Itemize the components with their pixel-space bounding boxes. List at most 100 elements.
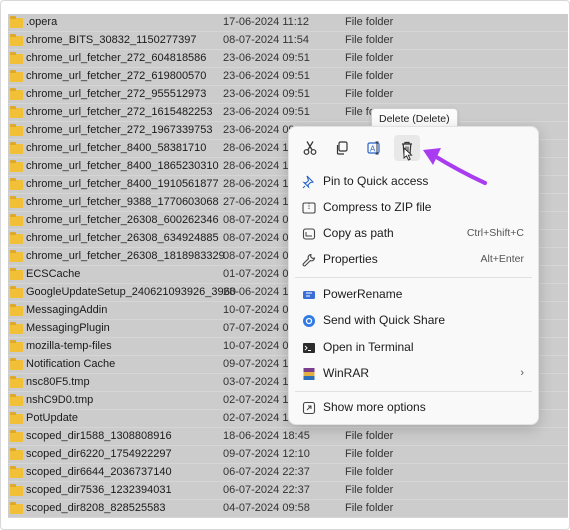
compress-zip-item[interactable]: Compress to ZIP file [289, 195, 538, 221]
file-name: scoped_dir6220_1754922297 [26, 448, 172, 460]
file-name: PotUpdate [26, 412, 78, 424]
file-name: chrome_url_fetcher_272_604818586 [26, 52, 207, 64]
file-name: chrome_url_fetcher_9388_1770603068 [26, 196, 219, 208]
folder-icon [10, 286, 23, 298]
file-name: chrome_url_fetcher_272_1615482253 [26, 106, 213, 118]
quick-share-item[interactable]: Send with Quick Share [289, 308, 538, 334]
explorer-window: .opera 17-06-2024 11:12 File folder chrome_… [0, 0, 570, 530]
file-row[interactable]: chrome_url_fetcher_272_604818586 23-06-20… [8, 50, 568, 68]
pin-to-quick-access-item[interactable]: Pin to Quick access [289, 169, 538, 195]
folder-icon [10, 394, 23, 406]
file-row[interactable]: chrome_url_fetcher_272_1615482253 23-06-2… [8, 104, 568, 122]
file-name: ECSCache [26, 268, 81, 280]
file-row[interactable]: scoped_dir7536_1232394031 06-07-2024 22:3… [8, 482, 568, 500]
folder-icon [10, 340, 23, 352]
folder-icon [10, 178, 23, 190]
menu-separator [295, 277, 532, 278]
file-type: File folder [345, 88, 394, 100]
file-type: File folder [345, 484, 394, 496]
file-date: 23-06-2024 09 [223, 124, 295, 136]
quick-action-bar: A [289, 127, 538, 167]
terminal-icon [301, 340, 317, 356]
file-row[interactable]: chrome_BITS_30832_1150277397 08-07-2024 1… [8, 32, 568, 50]
file-name: nsc80F5.tmp [26, 376, 90, 388]
winrar-item[interactable]: WinRAR › [289, 361, 538, 387]
folder-icon [10, 124, 23, 136]
file-date: 28-06-2024 13 [223, 178, 295, 190]
show-more-options-item[interactable]: Show more options [289, 395, 538, 421]
cut-icon [303, 141, 317, 155]
copy-as-path-item[interactable]: Copy as path Ctrl+Shift+C [289, 221, 538, 247]
file-name: Notification Cache [26, 358, 116, 370]
folder-icon [10, 322, 23, 334]
file-type: File folder [345, 502, 394, 514]
file-name: MessagingAddin [26, 304, 108, 316]
folder-icon [10, 88, 23, 100]
file-name: GoogleUpdateSetup_240621093926_3960 [26, 286, 236, 298]
open-terminal-item[interactable]: Open in Terminal [289, 335, 538, 361]
file-name: chrome_url_fetcher_26308_1818983329 [26, 250, 225, 262]
file-date: 28-06-2024 13 [223, 160, 295, 172]
file-name: chrome_url_fetcher_8400_58381710 [26, 142, 207, 154]
file-name: mozilla-temp-files [26, 340, 112, 352]
file-date: 18-06-2024 18:45 [223, 430, 310, 442]
powerrename-icon [301, 287, 317, 303]
file-name: chrome_url_fetcher_272_1967339753 [26, 124, 213, 136]
file-name: nshC9D0.tmp [26, 394, 94, 406]
file-type: File folder [345, 466, 394, 478]
powerrename-item[interactable]: PowerRename [289, 282, 538, 308]
zip-icon [301, 200, 317, 216]
delete-button[interactable] [394, 135, 420, 161]
file-name: chrome_url_fetcher_26308_600262346 [26, 214, 219, 226]
menu-separator [295, 391, 532, 392]
file-name: .opera [26, 16, 58, 28]
file-row[interactable]: scoped_dir6220_1754922297 09-07-2024 12:1… [8, 446, 568, 464]
rename-button[interactable]: A [361, 135, 387, 161]
file-name: chrome_url_fetcher_26308_634924885 [26, 232, 219, 244]
folder-icon [10, 502, 23, 514]
file-name: scoped_dir8208_828525583 [26, 502, 166, 514]
file-row[interactable]: chrome_url_fetcher_272_619800570 23-06-20… [8, 68, 568, 86]
file-date: 10-07-2024 08 [223, 340, 295, 352]
file-date: 08-07-2024 11:54 [223, 34, 310, 46]
file-row[interactable]: chrome_url_fetcher_272_955512973 23-06-20… [8, 86, 568, 104]
annotation-arrow-icon [423, 148, 487, 185]
folder-icon [10, 448, 23, 460]
copy-icon [336, 141, 348, 155]
folder-icon [10, 466, 23, 478]
file-type: File folder [345, 448, 394, 460]
file-type: File folder [345, 52, 394, 64]
cut-button[interactable] [297, 135, 323, 161]
file-date: 09-07-2024 12:10 [223, 448, 310, 460]
folder-icon [10, 34, 23, 46]
file-date: 04-07-2024 09:58 [223, 502, 310, 514]
folder-icon [10, 196, 23, 208]
file-type: File folder [345, 70, 394, 82]
folder-icon [10, 160, 23, 172]
file-row[interactable]: scoped_dir1588_1308808916 18-06-2024 18:4… [8, 428, 568, 446]
rename-icon: A [367, 141, 380, 155]
file-row[interactable]: .opera 17-06-2024 11:12 File folder [8, 14, 568, 32]
file-name: scoped_dir1588_1308808916 [26, 430, 172, 442]
file-date: 23-06-2024 09:51 [223, 88, 310, 100]
file-date: 08-07-2024 08 [223, 250, 295, 262]
properties-item[interactable]: Properties Alt+Enter [289, 247, 538, 273]
file-name: scoped_dir7536_1232394031 [26, 484, 172, 496]
file-type: File folder [345, 16, 394, 28]
file-row[interactable]: scoped_dir6644_2036737140 06-07-2024 22:3… [8, 464, 568, 482]
file-date: 03-07-2024 10 [223, 376, 295, 388]
file-row[interactable]: scoped_dir8208_828525583 04-07-2024 09:58… [8, 500, 568, 518]
copy-button[interactable] [329, 135, 355, 161]
file-name: MessagingPlugin [26, 322, 110, 334]
file-date: 02-07-2024 10 [223, 412, 295, 424]
folder-icon [10, 376, 23, 388]
file-date: 02-07-2024 10 [223, 394, 295, 406]
context-menu: A Pin to Quick access Compress to ZIP fi… [288, 126, 539, 425]
file-type: File folder [345, 34, 394, 46]
file-date: 28-06-2024 13 [223, 142, 295, 154]
folder-icon [10, 430, 23, 442]
folder-icon [10, 70, 23, 82]
folder-icon [10, 16, 23, 28]
file-name: chrome_BITS_30832_1150277397 [26, 34, 197, 46]
copy-path-icon [301, 226, 317, 242]
